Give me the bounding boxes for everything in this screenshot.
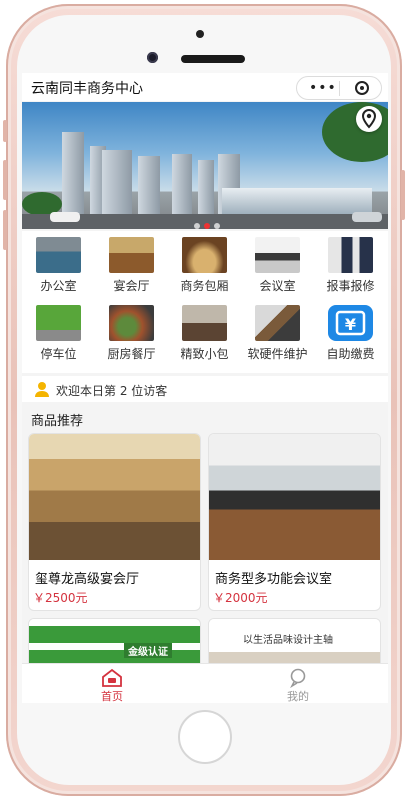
nav-bar: 云南同丰商务中心 ••• — [22, 73, 388, 101]
category-label: 软硬件维护 — [247, 347, 308, 361]
category-repair[interactable]: 报事报修 — [314, 233, 387, 299]
mini-program-capsule: ••• — [296, 76, 382, 100]
category-kitchen[interactable]: 厨房餐厅 — [95, 301, 168, 367]
building — [222, 188, 372, 214]
carousel-dot[interactable] — [194, 223, 200, 229]
category-label: 报事报修 — [326, 279, 375, 293]
category-label: 宴会厅 — [113, 279, 150, 293]
home-button[interactable] — [178, 710, 232, 764]
payment-icon: ¥ — [328, 305, 373, 341]
category-hardware[interactable]: 软硬件维护 — [241, 301, 314, 367]
carousel-indicator — [192, 214, 222, 229]
location-pin-icon[interactable] — [356, 106, 382, 132]
more-icon[interactable]: ••• — [309, 80, 337, 96]
parking-photo — [36, 305, 81, 341]
category-label: 商务包厢 — [180, 279, 229, 293]
building — [62, 132, 84, 214]
speaker-grille — [181, 55, 245, 63]
category-small-room[interactable]: 精致小包 — [168, 301, 241, 367]
mute-switch — [3, 120, 7, 142]
category-label: 厨房餐厅 — [107, 347, 156, 361]
user-icon — [290, 668, 306, 688]
customer-service-photo — [328, 237, 373, 273]
building — [138, 156, 160, 214]
visitor-text: 欢迎本日第 2 位访客 — [56, 384, 168, 398]
building — [172, 154, 192, 214]
kitchen-photo — [109, 305, 154, 341]
category-payment[interactable]: ¥ 自助缴费 — [314, 301, 387, 367]
capsule-divider — [339, 81, 340, 96]
category-label: 停车位 — [40, 347, 77, 361]
product-name: 玺尊龙高级宴会厅 — [35, 572, 140, 587]
badge-text: 金级认证 — [124, 643, 172, 658]
user-avatar-icon — [35, 382, 49, 397]
tab-bar: 首页 我的 — [22, 663, 388, 703]
small-room-photo — [182, 305, 227, 341]
tab-label: 我的 — [287, 690, 309, 703]
product-name: 商务型多功能会议室 — [215, 572, 333, 587]
carousel-dot-active[interactable] — [204, 223, 210, 229]
product-image — [29, 434, 200, 560]
product-card[interactable]: 玺尊龙高级宴会厅 ￥2500元 — [28, 433, 201, 611]
visitor-bar: 欢迎本日第 2 位访客 — [22, 376, 388, 402]
category-grid: 办公室 宴会厅 商务包厢 会议室 报事报修 停车位 厨房餐厅 精致小包 软硬件维… — [22, 231, 388, 373]
banquet-hall-photo — [109, 237, 154, 273]
camera-dot — [196, 30, 204, 38]
category-label: 会议室 — [259, 279, 296, 293]
volume-up-button — [3, 160, 7, 200]
category-private-room[interactable]: 商务包厢 — [168, 233, 241, 299]
tab-label: 首页 — [101, 690, 123, 703]
category-meeting-room[interactable]: 会议室 — [241, 233, 314, 299]
tab-home[interactable]: 首页 — [52, 664, 172, 703]
banner-text: 以生活品味设计主轴 — [243, 635, 333, 646]
meeting-room-photo — [255, 237, 300, 273]
building — [198, 160, 214, 214]
category-label: 办公室 — [40, 279, 77, 293]
page-title: 云南同丰商务中心 — [31, 81, 143, 97]
category-label: 精致小包 — [180, 347, 229, 361]
building — [102, 150, 132, 214]
product-card[interactable]: 商务型多功能会议室 ￥2000元 — [208, 433, 381, 611]
category-label: 自助缴费 — [326, 347, 375, 361]
office-photo — [36, 237, 81, 273]
section-title: 商品推荐 — [31, 414, 84, 429]
tab-profile[interactable]: 我的 — [238, 664, 358, 703]
car — [352, 212, 382, 222]
volume-down-button — [3, 210, 7, 250]
private-room-photo — [182, 237, 227, 273]
product-price: ￥2000元 — [213, 591, 268, 605]
car — [50, 212, 80, 222]
front-camera — [147, 52, 158, 63]
carousel-dot[interactable] — [214, 223, 220, 229]
home-icon — [102, 668, 122, 687]
app-screen: 云南同丰商务中心 ••• 办公室 宴会厅 商务包厢 会议室 报事报修 停车位 厨… — [22, 73, 388, 703]
category-parking[interactable]: 停车位 — [22, 301, 95, 367]
power-button — [401, 170, 405, 220]
category-banquet-hall[interactable]: 宴会厅 — [95, 233, 168, 299]
svg-text:¥: ¥ — [345, 315, 356, 334]
category-office[interactable]: 办公室 — [22, 233, 95, 299]
hardware-photo — [255, 305, 300, 341]
hero-banner[interactable] — [22, 102, 388, 229]
product-price: ￥2500元 — [33, 591, 88, 605]
product-image — [209, 434, 380, 560]
target-icon[interactable] — [355, 81, 369, 95]
